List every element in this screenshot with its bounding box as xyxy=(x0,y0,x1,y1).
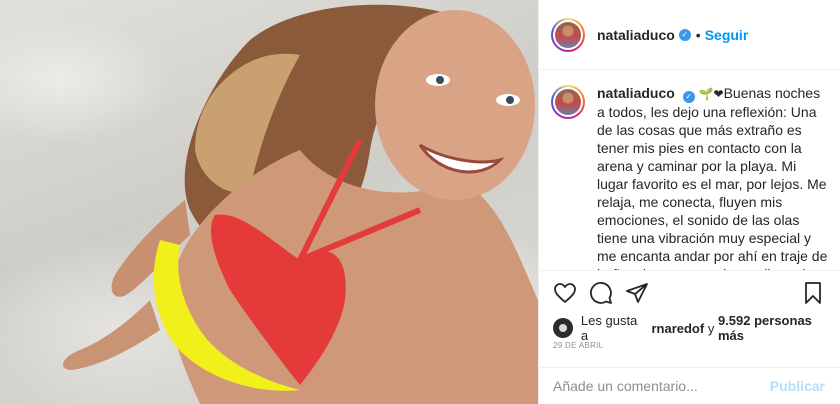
post-photo[interactable] xyxy=(0,0,538,404)
comment-input[interactable] xyxy=(553,378,770,394)
comment-bar: Publicar xyxy=(539,367,840,404)
avatar[interactable] xyxy=(551,17,585,52)
photo-illustration xyxy=(62,4,538,404)
comment-icon[interactable] xyxy=(589,281,613,305)
caption-body: Buenas noches a todos, les dejo una refl… xyxy=(597,85,828,270)
liker-avatar[interactable] xyxy=(553,318,573,338)
follow-button[interactable]: Seguir xyxy=(705,27,749,43)
caption-avatar[interactable] xyxy=(551,85,585,119)
post-header: nataliaduco ✓ • Seguir xyxy=(539,0,840,70)
separator-dot: • xyxy=(695,26,701,43)
heart-icon[interactable] xyxy=(553,281,577,305)
action-bar xyxy=(553,281,661,305)
publish-button[interactable]: Publicar xyxy=(770,378,825,394)
liker-username[interactable]: rnaredof xyxy=(651,321,704,336)
post-date[interactable]: 29 DE ABRIL xyxy=(553,341,603,350)
bookmark-icon[interactable] xyxy=(801,281,825,305)
leg xyxy=(62,300,160,370)
caption-emojis: 🌱❤ xyxy=(698,87,724,101)
post-actions-section: Les gusta a rnaredof y 9.592 personas má… xyxy=(539,270,840,374)
likes-joiner: y xyxy=(707,320,715,336)
verified-badge-icon: ✓ xyxy=(678,28,691,41)
verified-badge-icon: ✓ xyxy=(682,91,695,103)
caption-text-block: nataliaduco ✓ 🌱❤Buenas noches a todos, l… xyxy=(597,84,831,270)
post-side-panel: nataliaduco ✓ • Seguir nataliaduco ✓ 🌱❤B… xyxy=(538,0,840,404)
caption-section: nataliaduco ✓ 🌱❤Buenas noches a todos, l… xyxy=(539,71,840,270)
likes-prefix: Les gusta a xyxy=(580,313,638,343)
likes-summary: Les gusta a rnaredof y 9.592 personas má… xyxy=(553,313,840,343)
caption-username[interactable]: nataliaduco xyxy=(597,85,675,101)
header-username[interactable]: nataliaduco xyxy=(597,27,675,43)
likes-count-link[interactable]: 9.592 personas más xyxy=(718,313,840,343)
paper-plane-icon[interactable] xyxy=(625,281,649,305)
